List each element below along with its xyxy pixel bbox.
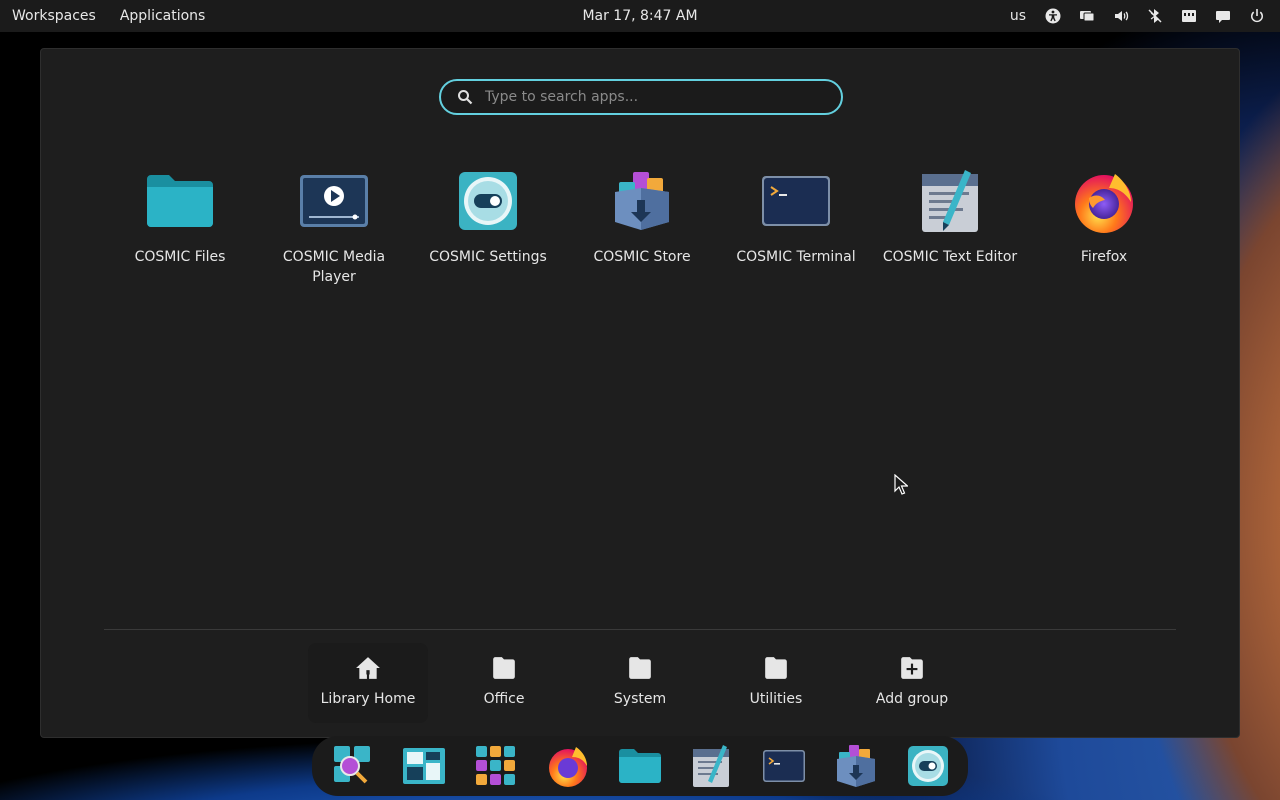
- app-library-window: COSMIC Files COSMIC Media Player COSMIC …: [40, 48, 1240, 738]
- app-cosmic-text-editor[interactable]: COSMIC Text Editor: [875, 165, 1025, 267]
- folder-icon: [144, 165, 216, 237]
- clock[interactable]: Mar 17, 8:47 AM: [582, 8, 697, 24]
- app-label: Firefox: [1080, 249, 1128, 265]
- app-cosmic-terminal[interactable]: COSMIC Terminal: [721, 165, 871, 267]
- text-editor-icon: [914, 165, 986, 237]
- folder-icon: [765, 657, 787, 679]
- notifications-icon[interactable]: [1206, 0, 1240, 32]
- group-library-home[interactable]: Library Home: [308, 643, 428, 723]
- group-label: Utilities: [749, 691, 803, 707]
- home-icon: [356, 657, 380, 679]
- app-label: COSMIC Terminal: [736, 249, 856, 265]
- app-label: COSMIC Media Player: [282, 249, 386, 285]
- search-icon: [458, 90, 473, 105]
- network-wired-icon[interactable]: [1172, 0, 1206, 32]
- app-cosmic-store[interactable]: COSMIC Store: [567, 165, 717, 267]
- dock-launcher-icon[interactable]: [330, 744, 374, 788]
- top-panel: Workspaces Applications Mar 17, 8:47 AM …: [0, 0, 1280, 32]
- add-group-button[interactable]: Add group: [852, 643, 972, 707]
- bluetooth-disabled-icon[interactable]: [1138, 0, 1172, 32]
- store-box-icon: [606, 165, 678, 237]
- volume-icon[interactable]: [1104, 0, 1138, 32]
- mouse-cursor-icon: [894, 474, 908, 495]
- dock-settings-icon[interactable]: [906, 744, 950, 788]
- app-cosmic-media-player[interactable]: COSMIC Media Player: [259, 165, 409, 287]
- applications-button[interactable]: Applications: [108, 0, 218, 32]
- system-tray: us: [1000, 0, 1274, 32]
- folder-icon: [629, 657, 651, 679]
- media-player-icon: [298, 165, 370, 237]
- group-office[interactable]: Office: [444, 643, 564, 707]
- app-label: COSMIC Settings: [429, 249, 547, 265]
- app-firefox[interactable]: Firefox: [1029, 165, 1179, 267]
- workspaces-button[interactable]: Workspaces: [0, 0, 108, 32]
- dock-text-editor-icon[interactable]: [690, 744, 734, 788]
- terminal-icon: [760, 165, 832, 237]
- power-icon[interactable]: [1240, 0, 1274, 32]
- dock-store-icon[interactable]: [834, 744, 878, 788]
- firefox-icon: [1068, 165, 1140, 237]
- accessibility-icon[interactable]: [1036, 0, 1070, 32]
- dock: [312, 736, 968, 796]
- app-label: COSMIC Files: [134, 249, 226, 265]
- app-cosmic-files[interactable]: COSMIC Files: [105, 165, 255, 267]
- app-label: COSMIC Store: [593, 249, 691, 265]
- display-icon[interactable]: [1070, 0, 1104, 32]
- app-cosmic-settings[interactable]: COSMIC Settings: [413, 165, 563, 267]
- app-label: COSMIC Text Editor: [882, 249, 1018, 265]
- settings-toggle-icon: [452, 165, 524, 237]
- divider: [104, 629, 1176, 630]
- dock-files-icon[interactable]: [618, 744, 662, 788]
- group-label: System: [613, 691, 667, 707]
- dock-firefox-icon[interactable]: [546, 744, 590, 788]
- group-label: Library Home: [320, 691, 416, 707]
- dock-workspaces-icon[interactable]: [402, 744, 446, 788]
- keyboard-layout-indicator[interactable]: us: [1000, 0, 1036, 32]
- group-utilities[interactable]: Utilities: [716, 643, 836, 707]
- group-system[interactable]: System: [580, 643, 700, 707]
- folder-add-icon: [901, 657, 923, 679]
- folder-icon: [493, 657, 515, 679]
- search-input[interactable]: [485, 89, 841, 105]
- search-field[interactable]: [439, 79, 843, 115]
- group-bar: Library Home Office System Utilities Add…: [41, 643, 1241, 723]
- dock-terminal-icon[interactable]: [762, 744, 806, 788]
- group-label: Add group: [875, 691, 949, 707]
- group-label: Office: [483, 691, 525, 707]
- dock-app-library-icon[interactable]: [474, 744, 518, 788]
- app-grid: COSMIC Files COSMIC Media Player COSMIC …: [101, 165, 1181, 305]
